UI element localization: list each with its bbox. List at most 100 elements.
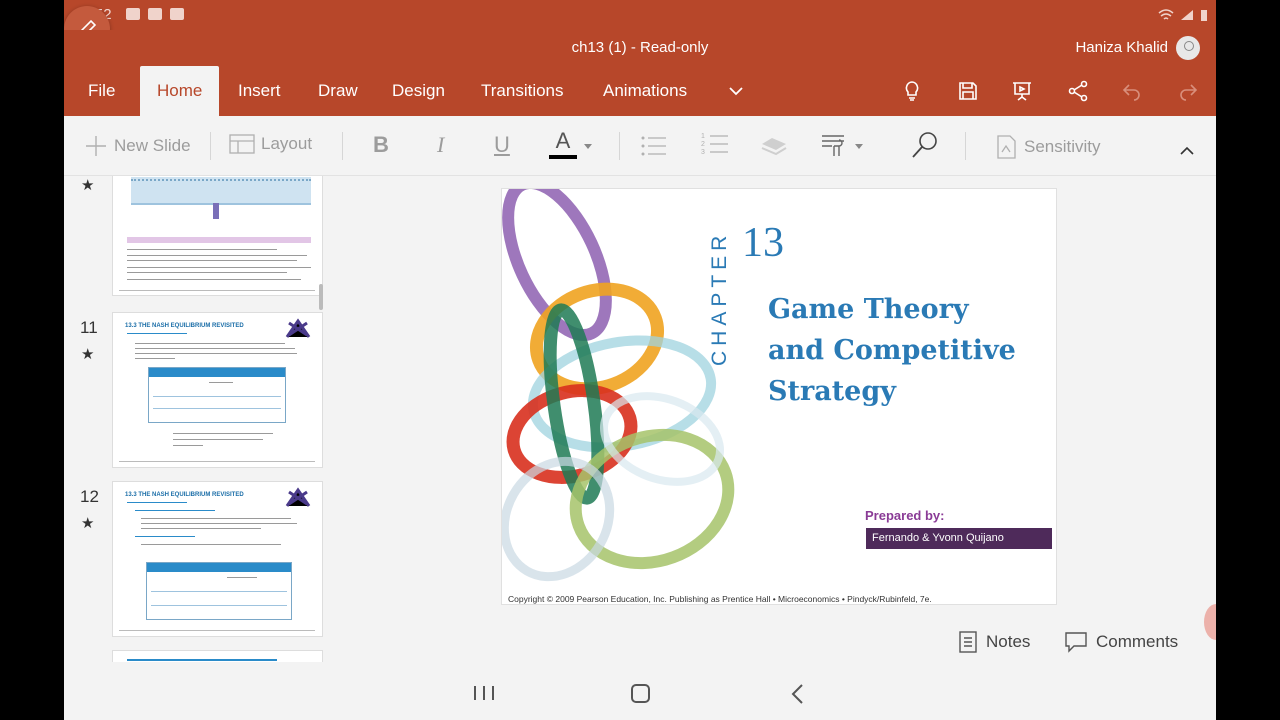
font-color-label: A [555, 128, 571, 153]
home-icon[interactable] [630, 683, 652, 705]
thumbnail-scrollbar[interactable] [319, 284, 323, 310]
home-toolbar: New Slide Layout B I U A 123 Sensitivity [64, 116, 1216, 176]
animation-star-icon: ★ [81, 177, 95, 194]
thumb-text-line [127, 267, 311, 268]
slide-title: Game Theory and Competitive Strategy [768, 289, 1048, 412]
toolbar-divider [210, 132, 211, 160]
thumb-text-line [127, 272, 287, 273]
italic-button[interactable]: I [437, 132, 444, 158]
slide-thumbnail[interactable] [112, 176, 323, 296]
thumb-text-line [135, 536, 195, 537]
svg-text:2: 2 [701, 141, 705, 148]
layout-button[interactable]: Layout [229, 134, 312, 154]
layout-label: Layout [261, 134, 313, 153]
thumb-text-line [227, 577, 257, 578]
redo-icon[interactable] [1176, 79, 1200, 103]
thumb-text-line [173, 445, 203, 446]
svg-text:1: 1 [701, 133, 705, 140]
lightbulb-icon[interactable] [900, 79, 924, 103]
thumb-table [148, 367, 286, 423]
thumb-footer-line [119, 461, 315, 462]
comments-button[interactable]: Comments [1064, 631, 1178, 653]
user-name[interactable]: Haniza Khalid [1075, 39, 1168, 56]
thumb-text-line [141, 518, 291, 519]
slide-thumbnail[interactable] [112, 650, 323, 662]
avatar[interactable] [1176, 36, 1200, 60]
slide-title-line: Game Theory [768, 294, 969, 325]
slide-copyright: Copyright © 2009 Pearson Education, Inc.… [508, 594, 932, 604]
collapse-ribbon-icon[interactable] [1180, 146, 1194, 156]
thumb-text-line [153, 396, 281, 397]
chapter-vertical-label: CHAPTER [708, 231, 731, 366]
new-slide-button[interactable]: New Slide [84, 134, 191, 158]
bold-button[interactable]: B [373, 132, 389, 158]
letterbox-right [1216, 0, 1280, 720]
edge-handle[interactable] [1204, 604, 1216, 640]
comment-icon [1065, 632, 1087, 653]
tab-home[interactable]: Home [140, 66, 220, 116]
system-nav-bar [64, 662, 1216, 720]
paragraph-icon[interactable] [820, 132, 846, 158]
font-color-button[interactable]: A [549, 128, 577, 159]
back-icon[interactable] [790, 683, 806, 705]
underline-button[interactable]: U [494, 132, 510, 158]
thumb-text-line [127, 659, 277, 661]
caret-down-icon[interactable] [854, 143, 864, 151]
ribbon-tabs: File Home Insert Draw Design Transitions… [64, 66, 1216, 116]
thumb-header: 13.3 THE NASH EQUILIBRIUM REVISITED [125, 323, 244, 329]
undo-icon[interactable] [1120, 79, 1144, 103]
caret-down-icon[interactable] [583, 143, 593, 151]
recent-apps-icon[interactable] [472, 684, 496, 702]
thumb-text-line [127, 260, 297, 261]
chapter-number: 13 [742, 220, 784, 266]
thumb-marker [213, 203, 219, 219]
slide-thumbnails-pane[interactable]: ★ 11 ★ 13.3 THE NASH EQUILIBRIUM REVISIT… [64, 176, 342, 662]
sensitivity-icon [997, 135, 1016, 159]
thumb-wave [131, 179, 311, 183]
save-icon[interactable] [956, 79, 980, 103]
search-icon[interactable] [910, 130, 940, 160]
current-slide[interactable]: CHAPTER 13 Game Theory and Competitive S… [501, 188, 1057, 605]
check-icon [170, 8, 184, 20]
tab-draw[interactable]: Draw [318, 66, 358, 116]
chapter-word: CHAPTER [708, 231, 731, 366]
thumb-text-line [135, 510, 215, 511]
layout-icon [229, 134, 255, 154]
slide-editor[interactable]: CHAPTER 13 Game Theory and Competitive S… [342, 176, 1216, 662]
thumb-text-line [135, 343, 285, 344]
notes-button[interactable]: Notes [958, 631, 1030, 653]
wifi-icon [1158, 9, 1174, 20]
thumb-text-line [153, 408, 281, 409]
bullet-list-icon[interactable] [640, 133, 668, 159]
title-bar: ch13 (1) - Read-only Haniza Khalid [64, 30, 1216, 66]
slide-title-line: and Competitive [768, 335, 1016, 366]
sensitivity-button[interactable]: Sensitivity [994, 134, 1101, 160]
share-icon[interactable] [1066, 79, 1090, 103]
media-icon [148, 8, 162, 20]
thumb-text-line [173, 433, 273, 434]
present-icon[interactable] [1010, 79, 1034, 103]
tab-design[interactable]: Design [392, 66, 445, 116]
toolbar-divider [965, 132, 966, 160]
tab-transitions[interactable]: Transitions [481, 66, 564, 116]
tab-file[interactable]: File [88, 66, 115, 116]
tab-animations[interactable]: Animations [603, 66, 687, 116]
thumb-text-line [127, 279, 301, 280]
toolbar-divider [619, 132, 620, 160]
chevron-down-icon[interactable] [724, 79, 748, 103]
notes-icon [959, 631, 977, 653]
shapes-icon[interactable] [758, 134, 790, 158]
slide-thumbnail[interactable]: 13.3 THE NASH EQUILIBRIUM REVISITED [112, 312, 323, 468]
thumb-logo-icon [285, 487, 311, 507]
thumb-table-header [147, 563, 291, 572]
tab-insert[interactable]: Insert [238, 66, 281, 116]
letterbox-left [0, 0, 64, 720]
numbered-list-icon[interactable]: 123 [700, 130, 730, 158]
thumb-table-header [149, 368, 285, 377]
sensitivity-label: Sensitivity [1024, 137, 1101, 156]
slide-thumbnail[interactable]: 13.3 THE NASH EQUILIBRIUM REVISITED [112, 481, 323, 637]
animation-star-icon: ★ [81, 515, 95, 532]
battery-icon [1201, 10, 1207, 21]
app-screen: 08:52 ch13 (1) - Read-only Haniza Khalid… [64, 0, 1216, 720]
thumb-text-line [141, 544, 281, 545]
